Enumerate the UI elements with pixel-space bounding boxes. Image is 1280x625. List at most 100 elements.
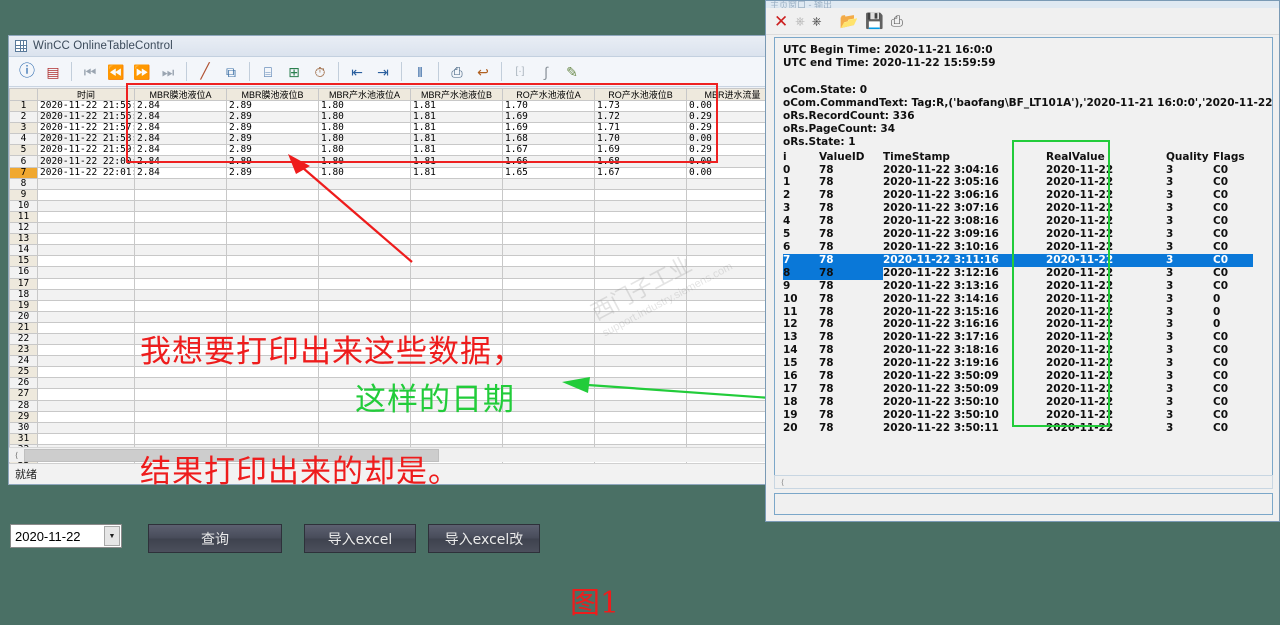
table-row[interactable]: 27 — [9, 388, 779, 401]
scroll-left-icon[interactable]: ⇤ — [345, 60, 369, 84]
undo-icon[interactable]: ↩ — [471, 60, 495, 84]
debug-table-row[interactable]: 4 78 2020-11-22 3:08:16 2020-11-22 3 C0 — [783, 215, 1253, 228]
table-row[interactable]: 23 — [9, 344, 779, 357]
table-row[interactable]: 14 — [9, 244, 779, 257]
help-icon[interactable]: ⓘ — [15, 60, 39, 84]
debug-table-row[interactable]: 17 78 2020-11-22 3:50:09 2020-11-22 3 C0 — [783, 383, 1253, 396]
debug-table-row[interactable]: 8 78 2020-11-22 3:12:16 2020-11-22 3 C0 — [783, 266, 1253, 280]
debug-table-row[interactable]: 19 78 2020-11-22 3:50:10 2020-11-22 3 C0 — [783, 409, 1253, 422]
select-range-icon[interactable]: [·] — [508, 60, 532, 84]
table-row[interactable]: 5 2020-11-22 21:59: 2.84 2.89 1.80 1.81 1.67 1.… — [9, 144, 779, 157]
debug-table-row[interactable]: 3 78 2020-11-22 3:07:16 2020-11-22 3 C0 — [783, 202, 1253, 215]
table-row[interactable]: 1 2020-11-22 21:55: 2.84 2.89 1.80 1.81 1.70 1.… — [9, 99, 779, 113]
table-row[interactable]: 9 — [9, 188, 779, 201]
col-header-ro-prod-level-a[interactable]: RO产水池液位A — [502, 88, 595, 101]
table-row[interactable]: 26 — [9, 377, 779, 390]
close-icon[interactable]: ✕ — [774, 13, 788, 30]
debug-table-row[interactable]: 7 78 2020-11-22 3:11:16 2020-11-22 3 C0 — [783, 253, 1253, 267]
toggle1-icon[interactable]: ⎈ — [795, 15, 805, 27]
table-row[interactable]: 29 — [9, 410, 779, 423]
table-row[interactable]: 19 — [9, 299, 779, 312]
table-row[interactable]: 28 — [9, 399, 779, 412]
debug-table-row[interactable]: 9 78 2020-11-22 3:13:16 2020-11-22 3 C0 — [783, 280, 1253, 293]
debug-table-row[interactable]: 14 78 2020-11-22 3:18:16 2020-11-22 3 C0 — [783, 344, 1253, 357]
debug-scroll-left-arrow-icon[interactable]: ⟨ — [775, 475, 790, 490]
print-icon[interactable]: ⎙ — [891, 14, 903, 29]
cell-empty — [226, 210, 319, 224]
debug-table-row[interactable]: 18 78 2020-11-22 3:50:10 2020-11-22 3 C0 — [783, 396, 1253, 409]
debug-table-row[interactable]: 6 78 2020-11-22 3:10:16 2020-11-22 3 C0 — [783, 241, 1253, 254]
col-header-mbr-prod-level-a[interactable]: MBR产水池液位A — [318, 88, 411, 101]
table-row[interactable]: 4 2020-11-22 21:58: 2.84 2.89 1.80 1.81 1.68 1.… — [9, 133, 779, 146]
first-record-icon[interactable]: ⏮ — [78, 60, 102, 84]
col-header-rownum[interactable] — [9, 88, 38, 101]
import-excel-modified-button[interactable]: 导入excel改 — [428, 524, 540, 553]
table-row[interactable]: 15 — [9, 255, 779, 268]
table-row[interactable]: 11 — [9, 210, 779, 224]
time-range-icon[interactable]: ⏱ — [308, 60, 332, 84]
toggle2-icon[interactable]: ⎈ — [812, 15, 822, 27]
table-row[interactable]: 6 2020-11-22 22:00: 2.84 2.89 1.80 1.81 1.66 1.… — [9, 155, 779, 168]
scroll-right-icon[interactable]: ⇥ — [371, 60, 395, 84]
cell-empty — [502, 377, 595, 390]
debug-output-text-area[interactable]: UTC Begin Time: 2020-11-21 16:0:0 UTC en… — [774, 37, 1273, 483]
debug-table-row[interactable]: 13 78 2020-11-22 3:17:16 2020-11-22 3 C0 — [783, 331, 1253, 344]
table-row[interactable]: 21 — [9, 321, 779, 334]
statistics-icon[interactable]: ∫ — [534, 60, 558, 84]
table-row[interactable]: 18 — [9, 288, 779, 301]
debug-table-row[interactable]: 2 78 2020-11-22 3:06:16 2020-11-22 3 C0 — [783, 189, 1253, 202]
table-row[interactable]: 24 — [9, 355, 779, 368]
query-button[interactable]: 查询 — [148, 524, 282, 553]
table-row[interactable]: 10 — [9, 199, 779, 212]
table-row[interactable]: 13 — [9, 233, 779, 246]
debug-table-row[interactable]: 16 78 2020-11-22 3:50:09 2020-11-22 3 C0 — [783, 370, 1253, 383]
columns-icon[interactable]: ⌸ — [256, 60, 280, 84]
debug-table-row[interactable]: 12 78 2020-11-22 3:16:16 2020-11-22 3 0 — [783, 318, 1253, 331]
save-icon[interactable]: 💾 — [865, 14, 884, 29]
table-row[interactable]: 31 — [9, 432, 779, 445]
table-row[interactable]: 16 — [9, 266, 779, 279]
scrollbar-thumb[interactable] — [24, 448, 439, 462]
wincc-data-grid[interactable]: 时间 MBR膜池液位A MBR膜池液位B MBR产水池液位A MBR产水池液位B… — [9, 88, 779, 468]
open-folder-icon[interactable]: 📂 — [839, 14, 858, 29]
table-row[interactable]: 30 — [9, 421, 779, 434]
date-picker-combo[interactable]: 2020-11-22 ▼ — [10, 524, 122, 548]
next-record-icon[interactable]: ⏩ — [130, 60, 154, 84]
debug-table-row[interactable]: 5 78 2020-11-22 3:09:16 2020-11-22 3 C0 — [783, 228, 1253, 241]
print-icon[interactable]: ⎙ — [445, 60, 469, 84]
debug-table-row[interactable]: 20 78 2020-11-22 3:50:11 2020-11-22 3 C0 — [783, 422, 1253, 435]
import-excel-button[interactable]: 导入excel — [304, 524, 416, 553]
copy-icon[interactable]: ⧉ — [219, 60, 243, 84]
col-header-mbr-mc-level-b[interactable]: MBR膜池液位B — [226, 88, 319, 101]
table-row[interactable]: 25 — [9, 366, 779, 379]
export-icon[interactable]: ▤ — [41, 60, 65, 84]
col-header-time[interactable]: 时间 — [37, 88, 135, 101]
debug-table-row[interactable]: 10 78 2020-11-22 3:14:16 2020-11-22 3 0 — [783, 293, 1253, 306]
add-column-icon[interactable]: ⊞ — [282, 60, 306, 84]
col-header-mbr-mc-level-a[interactable]: MBR膜池液位A — [134, 88, 227, 101]
table-row[interactable]: 22 — [9, 332, 779, 346]
table-row[interactable]: 7 2020-11-22 22:01: 2.84 2.89 1.80 1.81 1.65 1.… — [9, 166, 779, 179]
table-row[interactable]: 8 — [9, 177, 779, 190]
table-row[interactable]: 2 2020-11-22 21:56: 2.84 2.89 1.80 1.81 1.69 1.… — [9, 111, 779, 124]
prev-record-icon[interactable]: ⏪ — [104, 60, 128, 84]
edit-icon[interactable]: ╱ — [193, 60, 217, 84]
table-row[interactable]: 12 — [9, 222, 779, 235]
table-row[interactable]: 3 2020-11-22 21:57: 2.84 2.89 1.80 1.81 1.69 1.… — [9, 122, 779, 135]
debug-table-row[interactable]: 1 78 2020-11-22 3:05:16 2020-11-22 3 C0 — [783, 176, 1253, 189]
col-header-ro-prod-level-b[interactable]: RO产水池液位B — [594, 88, 687, 101]
grid-horizontal-scrollbar[interactable]: ⟨ — [9, 447, 779, 462]
debug-table-row[interactable]: 0 78 2020-11-22 3:04:16 2020-11-22 3 C0 — [783, 164, 1253, 177]
cell-empty — [318, 377, 411, 390]
last-record-icon[interactable]: ⏭ — [156, 60, 180, 84]
col-header-mbr-prod-level-b[interactable]: MBR产水池液位B — [410, 88, 503, 101]
debug-horizontal-scrollbar[interactable]: ⟨ — [774, 475, 1273, 489]
pause-icon[interactable]: ‖ — [408, 60, 432, 84]
edit-value-icon[interactable]: ✎ — [560, 60, 584, 84]
table-row[interactable]: 17 — [9, 277, 779, 290]
debug-table-row[interactable]: 11 78 2020-11-22 3:15:16 2020-11-22 3 0 — [783, 306, 1253, 319]
debug-table-row[interactable]: 15 78 2020-11-22 3:19:16 2020-11-22 3 C0 — [783, 357, 1253, 370]
table-row[interactable]: 20 — [9, 310, 779, 323]
chevron-down-icon[interactable]: ▼ — [104, 526, 120, 546]
scroll-left-arrow-icon[interactable]: ⟨ — [9, 448, 24, 463]
